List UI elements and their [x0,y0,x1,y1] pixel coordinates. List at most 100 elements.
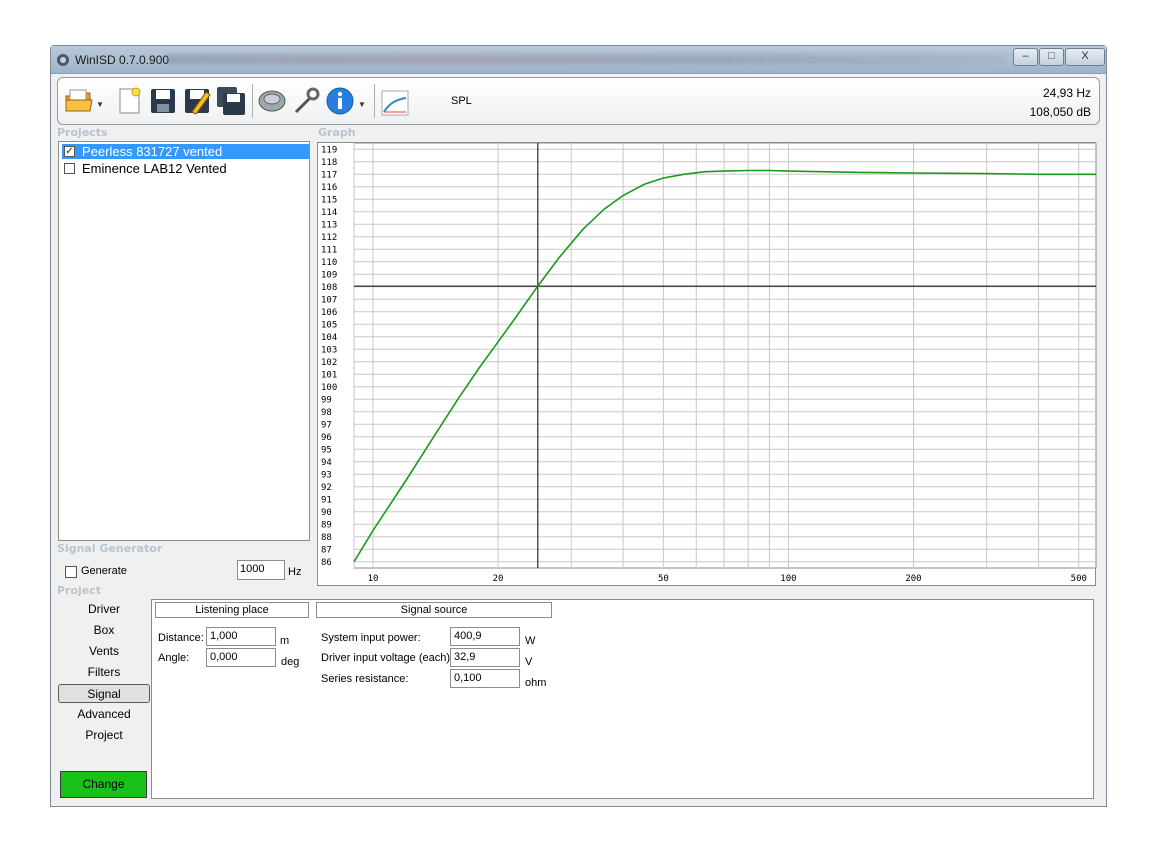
listening-place-header: Listening place [155,602,309,618]
project-checkbox[interactable] [64,163,75,174]
app-window: WinISD 0.7.0.900 – □ X ▼ ▼ SPL 24,93 Hz … [50,45,1107,807]
plot-area [353,143,1097,569]
open-folder-icon[interactable] [64,86,94,116]
y-tick-label: 101 [321,370,337,380]
signal-panel: Listening place Distance: 1,000 m Angle:… [151,599,1094,799]
y-tick-label: 118 [321,158,337,168]
y-tick-label: 119 [321,145,337,155]
graph-type-label[interactable]: SPL [451,95,472,107]
signal-source-header: Signal source [316,602,552,618]
distance-unit: m [280,635,290,647]
project-section-label: Project [57,584,102,597]
project-checkbox[interactable]: ✓ [64,146,75,157]
info-dropdown-caret-icon[interactable]: ▼ [358,100,366,109]
toolbar-separator [374,84,375,118]
nav-filters[interactable]: Filters [58,663,150,682]
y-tick-label: 86 [321,558,332,568]
y-tick-label: 93 [321,470,332,480]
x-tick-label: 200 [905,574,921,584]
angle-unit: deg [281,656,300,668]
distance-input[interactable]: 1,000 [206,627,276,646]
project-item[interactable]: ✓ Peerless 831727 vented [62,144,309,159]
project-name: Peerless 831727 vented [82,144,223,159]
close-button[interactable]: X [1065,48,1105,66]
tools-icon[interactable] [291,86,321,116]
signal-generator-section-label: Signal Generator [57,542,163,555]
nav-signal[interactable]: Signal [58,684,150,703]
y-tick-label: 104 [321,333,337,343]
y-tick-label: 99 [321,395,332,405]
y-tick-label: 116 [321,183,337,193]
window-title: WinISD 0.7.0.900 [75,53,170,67]
y-tick-label: 106 [321,308,337,318]
y-tick-label: 92 [321,483,332,493]
y-tick-label: 105 [321,320,337,330]
y-tick-label: 97 [321,420,332,430]
x-tick-label: 20 [493,574,504,584]
save-icon[interactable] [148,86,178,116]
driver-input-voltage-unit: V [525,656,533,668]
series-resistance-unit: ohm [525,677,547,689]
angle-input[interactable]: 0,000 [206,648,276,667]
y-tick-label: 100 [321,383,337,393]
y-tick-label: 88 [321,533,332,543]
y-tick-label: 107 [321,295,337,305]
nav-project[interactable]: Project [58,726,150,745]
info-icon[interactable] [325,86,355,116]
x-tick-label: 10 [368,574,379,584]
y-tick-label: 89 [321,520,332,530]
generator-frequency-unit: Hz [288,566,302,578]
x-tick-label: 100 [780,574,796,584]
nav-box[interactable]: Box [58,621,150,640]
new-project-icon[interactable] [114,86,144,116]
open-dropdown-caret-icon[interactable]: ▼ [96,100,104,109]
y-tick-label: 112 [321,233,337,243]
cursor-frequency-readout: 24,93 Hz [1042,86,1091,100]
nav-driver[interactable]: Driver [58,600,150,619]
app-logo-icon [57,54,69,66]
save-all-icon[interactable] [216,86,246,116]
series-resistance-label: Series resistance: [321,673,409,685]
y-tick-label: 102 [321,358,337,368]
y-tick-label: 90 [321,508,332,518]
angle-label: Angle: [158,652,190,664]
system-input-power-label: System input power: [321,632,421,644]
projects-list: ✓ Peerless 831727 vented Eminence LAB12 … [58,141,310,541]
project-item[interactable]: Eminence LAB12 Vented [62,161,309,176]
system-input-power-unit: W [525,635,536,647]
maximize-button[interactable]: □ [1039,48,1064,66]
spl-chart[interactable]: 119 118 117 116 115 114 113 112 111 110 109 108 107 1… [318,143,1097,587]
series-resistance-input[interactable]: 0,100 [450,669,520,688]
generate-label: Generate [81,565,127,577]
toolbar: ▼ ▼ SPL 24,93 Hz 108,050 dB [57,77,1100,125]
nav-vents[interactable]: Vents [58,642,150,661]
spl-graph[interactable]: 119 118 117 116 115 114 113 112 111 110 109 108 107 1… [317,142,1097,587]
y-tick-label: 87 [321,545,332,555]
spl-graph-icon[interactable] [381,90,409,116]
driver-input-voltage-label: Driver input voltage (each): [321,652,454,664]
y-tick-label: 98 [321,408,332,418]
change-button[interactable]: Change [60,771,147,798]
y-tick-label: 108 [321,283,337,293]
edit-icon[interactable] [182,86,212,116]
nav-advanced[interactable]: Advanced [58,705,150,724]
y-tick-label: 113 [321,220,337,230]
generator-frequency-input[interactable]: 1000 [237,560,285,580]
generate-checkbox[interactable] [65,566,77,578]
y-tick-label: 103 [321,345,337,355]
y-tick-label: 91 [321,495,332,505]
title-bar[interactable]: WinISD 0.7.0.900 – □ X [51,46,1106,74]
y-tick-label: 95 [321,445,332,455]
driver-input-voltage-input[interactable]: 32,9 [450,648,520,667]
x-tick-label: 50 [658,574,669,584]
y-tick-label: 94 [321,458,332,468]
projects-section-label: Projects [57,126,108,139]
graph-section-label: Graph [318,126,356,139]
distance-label: Distance: [158,632,204,644]
system-input-power-input[interactable]: 400,9 [450,627,520,646]
minimize-button[interactable]: – [1013,48,1038,66]
x-tick-label: 500 [1071,574,1087,584]
driver-icon[interactable] [257,86,287,116]
title-blur [166,54,1006,64]
y-tick-label: 96 [321,433,332,443]
